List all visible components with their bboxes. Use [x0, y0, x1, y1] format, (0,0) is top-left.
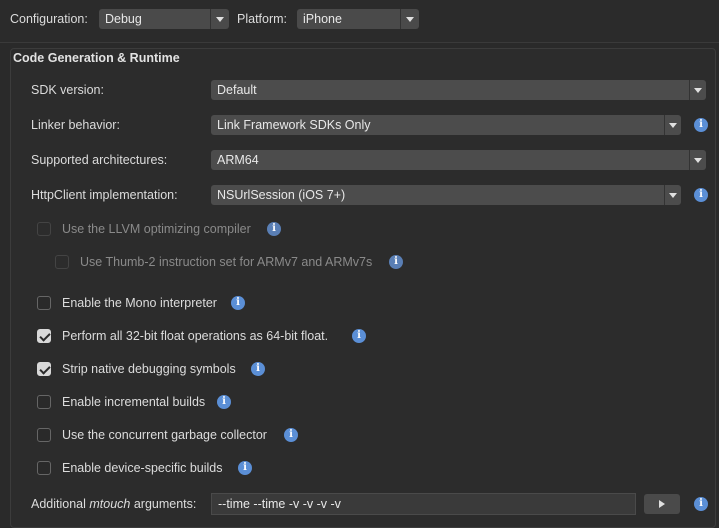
chevron-down-icon: [664, 185, 681, 205]
mtouch-label-prefix: Additional: [31, 497, 90, 511]
float64-label: Perform all 32-bit float operations as 6…: [62, 329, 329, 343]
float64-checkbox[interactable]: [37, 329, 51, 343]
platform-value: iPhone: [303, 12, 342, 26]
mtouch-label-italic: mtouch: [89, 497, 131, 511]
architectures-label: Supported architectures:: [31, 153, 168, 167]
float64-info-icon[interactable]: i: [352, 329, 366, 343]
llvm-info-icon[interactable]: i: [267, 222, 281, 236]
configuration-dropdown[interactable]: Debug: [99, 9, 229, 29]
sdk-version-label: SDK version:: [31, 83, 104, 97]
play-icon[interactable]: [644, 494, 680, 514]
linker-dropdown[interactable]: Link Framework SDKs Only: [211, 115, 681, 135]
sdk-version-value: Default: [217, 83, 257, 97]
strip-symbols-checkbox[interactable]: [37, 362, 51, 376]
section-title: Code Generation & Runtime: [13, 51, 180, 65]
chevron-down-icon: [689, 80, 706, 100]
configuration-label: Configuration:: [10, 12, 88, 26]
architectures-dropdown[interactable]: ARM64: [211, 150, 706, 170]
chevron-down-icon: [664, 115, 681, 135]
device-builds-label: Enable device-specific builds: [62, 461, 223, 475]
device-builds-info-icon[interactable]: i: [238, 461, 252, 475]
linker-info-icon[interactable]: i: [694, 118, 708, 132]
linker-value: Link Framework SDKs Only: [217, 118, 371, 132]
sdk-version-dropdown[interactable]: Default: [211, 80, 706, 100]
mono-interpreter-label: Enable the Mono interpreter: [62, 296, 217, 310]
mono-interpreter-checkbox[interactable]: [37, 296, 51, 310]
device-builds-checkbox[interactable]: [37, 461, 51, 475]
llvm-checkbox[interactable]: [37, 222, 51, 236]
thumb2-label: Use Thumb-2 instruction set for ARMv7 an…: [80, 255, 373, 269]
configuration-value: Debug: [105, 12, 142, 26]
thumb2-checkbox[interactable]: [55, 255, 69, 269]
mono-interpreter-info-icon[interactable]: i: [231, 296, 245, 310]
platform-label: Platform:: [237, 12, 288, 26]
platform-dropdown[interactable]: iPhone: [297, 9, 419, 29]
mtouch-arguments-input[interactable]: --time --time -v -v -v -v: [211, 493, 636, 515]
incremental-builds-info-icon[interactable]: i: [217, 395, 231, 409]
strip-symbols-info-icon[interactable]: i: [251, 362, 265, 376]
code-generation-panel: Code Generation & Runtime SDK version: D…: [10, 48, 716, 528]
chevron-down-icon: [400, 9, 419, 29]
httpclient-dropdown[interactable]: NSUrlSession (iOS 7+): [211, 185, 681, 205]
incremental-builds-checkbox[interactable]: [37, 395, 51, 409]
concurrent-gc-info-icon[interactable]: i: [284, 428, 298, 442]
strip-symbols-label: Strip native debugging symbols: [62, 362, 236, 376]
mtouch-label-suffix: arguments:: [130, 497, 197, 511]
chevron-down-icon: [210, 9, 229, 29]
httpclient-label: HttpClient implementation:: [31, 188, 178, 202]
thumb2-info-icon[interactable]: i: [389, 255, 403, 269]
mtouch-info-icon[interactable]: i: [694, 497, 708, 511]
architectures-value: ARM64: [217, 153, 259, 167]
incremental-builds-label: Enable incremental builds: [62, 395, 206, 409]
concurrent-gc-checkbox[interactable]: [37, 428, 51, 442]
mtouch-label: Additional mtouch arguments:: [31, 497, 196, 511]
httpclient-value: NSUrlSession (iOS 7+): [217, 188, 346, 202]
httpclient-info-icon[interactable]: i: [694, 188, 708, 202]
llvm-label: Use the LLVM optimizing compiler: [62, 222, 251, 236]
chevron-down-icon: [689, 150, 706, 170]
configuration-toolbar: Configuration: Debug Platform: iPhone: [0, 0, 719, 43]
linker-label: Linker behavior:: [31, 118, 120, 132]
concurrent-gc-label: Use the concurrent garbage collector: [62, 428, 267, 442]
